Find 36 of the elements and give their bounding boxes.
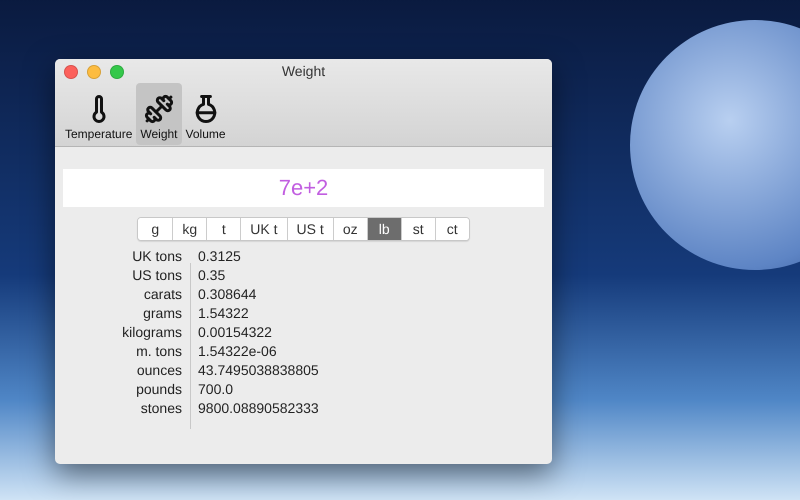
unit-value: 700.0 <box>197 380 234 399</box>
toolbar-tab[interactable]: Weight <box>136 83 182 145</box>
unit-name: pounds <box>135 380 182 399</box>
unit-segment[interactable]: g <box>138 218 172 240</box>
unit-name: US tons <box>131 266 182 285</box>
unit-name: stones <box>140 399 182 418</box>
toolbar-tab[interactable]: Volume <box>182 83 230 145</box>
unit-segment[interactable]: oz <box>332 218 367 240</box>
unit-name: carats <box>142 285 182 304</box>
unit-segment[interactable]: t <box>206 218 240 240</box>
zoom-button[interactable] <box>110 65 124 79</box>
unit-value: 43.7495038838805 <box>197 361 319 380</box>
unit-segment[interactable]: UK t <box>240 218 286 240</box>
unit-segment[interactable]: lb <box>366 218 401 240</box>
input-field[interactable]: 7e+2 <box>63 169 544 207</box>
unit-value: 9800.08890582333 <box>197 399 319 418</box>
unit-segment[interactable]: US t <box>286 218 333 240</box>
unit-value: 1.54322e-06 <box>197 342 278 361</box>
dumbbell-icon <box>144 94 174 124</box>
unit-name: ounces <box>136 361 182 380</box>
window-title: Weight <box>282 63 326 79</box>
unit-value: 0.308644 <box>197 285 258 304</box>
toolbar-tab[interactable]: Temperature <box>61 83 136 145</box>
minimize-button[interactable] <box>87 65 101 79</box>
unit-value: 1.54322 <box>197 304 250 323</box>
close-button[interactable] <box>64 65 78 79</box>
unit-segment[interactable]: kg <box>172 218 206 240</box>
unit-value: 0.00154322 <box>197 323 273 342</box>
unit-name: UK tons <box>131 247 182 266</box>
unit-value: 0.35 <box>197 266 226 285</box>
unit-name: kilograms <box>121 323 182 342</box>
unit-name: grams <box>142 304 182 323</box>
unit-name: m. tons <box>135 342 182 361</box>
unit-segment[interactable]: ct <box>434 218 469 240</box>
unit-value: 0.3125 <box>197 247 242 266</box>
unit-segment[interactable]: st <box>400 218 435 240</box>
